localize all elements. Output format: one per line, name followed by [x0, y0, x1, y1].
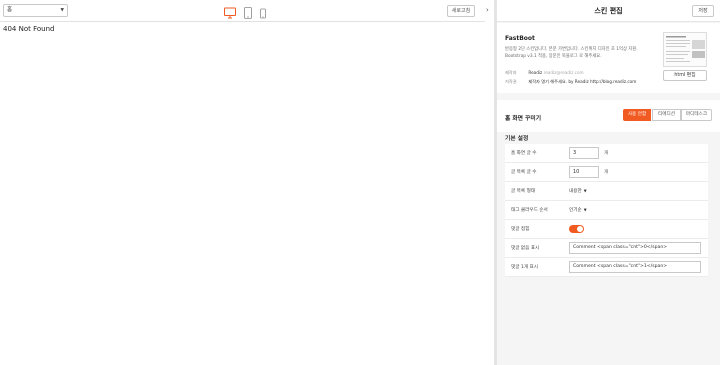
setting-row-comment-fold: 댓글 접힘: [505, 220, 708, 239]
skin-edit-panel: 스킨 편집 저장 FastBoot 반응형 2단 스킨입니다. 본문 가변입니다…: [497, 0, 720, 365]
setting-row-one-comment: 댓글 1개 표시 Comment <span class="cnt">1</sp…: [505, 258, 708, 277]
skin-description: 반응형 2단 스킨입니다. 본문 가변입니다. 스킨위치 디자인 초 1억상 지…: [505, 47, 638, 59]
tab-edition[interactable]: 티에디션: [652, 109, 681, 121]
skin-thumbnail: [663, 32, 707, 67]
settings-list: 홈 화면 글 수 3 개 글 목록 글 수 10 개 글 목록 형태 내용만 ▼ …: [505, 144, 708, 277]
no-comment-text-input[interactable]: Comment <span class="cnt">0</span>: [569, 242, 701, 254]
setting-label: 글 목록 형태: [511, 189, 536, 194]
setting-label: 댓글 1개 표시: [511, 265, 538, 270]
setting-label: 홈 화면 글 수: [511, 151, 537, 156]
refresh-button[interactable]: 새로고침: [447, 5, 475, 17]
chevron-down-icon: ▼: [60, 8, 64, 13]
toggle-knob: [577, 226, 583, 232]
skin-info-card: FastBoot 반응형 2단 스킨입니다. 본문 가변입니다. 스킨위치 디자…: [497, 23, 720, 93]
home-section-header: 홈 화면 꾸미기 사용 안함 티에디션 마디테스크: [497, 100, 720, 132]
panel-header: 스킨 편집 저장: [497, 0, 720, 22]
list-type-dropdown[interactable]: 내용만 ▼: [569, 188, 587, 194]
one-comment-text-input[interactable]: Comment <span class="cnt">1</span>: [569, 261, 701, 273]
page-select[interactable]: 홈 ▼: [3, 4, 68, 17]
author-label: 제작자: [505, 70, 517, 75]
home-section-title: 홈 화면 꾸미기: [505, 116, 542, 122]
panel-title: 스킨 편집: [594, 7, 623, 15]
dropdown-value: 내용만: [569, 189, 582, 194]
setting-row-tag-order: 태그 클라우드 순서 인기순 ▼: [505, 201, 708, 220]
setting-row-home-count: 홈 화면 글 수 3 개: [505, 144, 708, 163]
copyright-label: 저작권: [505, 79, 517, 84]
caret-down-icon: ▼: [583, 207, 587, 212]
desktop-view-icon[interactable]: [224, 4, 236, 23]
author-email: readiz@readiz.com: [543, 70, 584, 75]
author-name: Readiz: [528, 70, 543, 75]
mobile-view-icon[interactable]: [260, 4, 266, 23]
copyright-text: 제작자 명기 해주세요. by Readiz http://blog.readi…: [528, 79, 637, 84]
tab-desk[interactable]: 마디테스크: [681, 109, 712, 121]
tablet-view-icon[interactable]: [244, 4, 252, 23]
setting-row-list-type: 글 목록 형태 내용만 ▼: [505, 182, 708, 201]
preview-toolbar: 홈 ▼ 새로고침: [0, 0, 485, 22]
preview-area: 홈 ▼ 새로고침 404 Not Found: [0, 0, 485, 365]
tab-none[interactable]: 사용 안함: [623, 109, 651, 121]
setting-label: 태그 클라우드 순서: [511, 208, 548, 213]
copyright-line: 저작권 제작자 명기 해주세요. by Readiz http://blog.r…: [505, 79, 636, 85]
dropdown-value: 인기순: [569, 208, 582, 213]
app-root: 홈 ▼ 새로고침 404 Not Found › 스킨 편집 저장 FastBo…: [0, 0, 720, 365]
setting-row-list-count: 글 목록 글 수 10 개: [505, 163, 708, 182]
author-line: 제작자 Readiz readiz@readiz.com: [505, 70, 584, 76]
list-post-count-input[interactable]: 10: [569, 166, 599, 178]
comment-fold-toggle[interactable]: [569, 225, 584, 233]
basic-settings-title: 기본 설정: [505, 136, 529, 142]
preview-message: 404 Not Found: [3, 25, 55, 33]
page-select-value: 홈: [7, 7, 13, 13]
setting-row-no-comment: 댓글 없음 표시 Comment <span class="cnt">0</sp…: [505, 239, 708, 258]
setting-label: 댓글 없음 표시: [511, 246, 540, 251]
tag-order-dropdown[interactable]: 인기순 ▼: [569, 207, 587, 213]
chevron-right-icon[interactable]: ›: [486, 6, 489, 14]
setting-label: 댓글 접힘: [511, 227, 530, 232]
save-button[interactable]: 저장: [692, 5, 714, 17]
unit-label: 개: [604, 170, 609, 175]
html-edit-button[interactable]: html 편집: [663, 70, 707, 81]
home-post-count-input[interactable]: 3: [569, 147, 599, 159]
skin-name: FastBoot: [505, 35, 535, 42]
setting-label: 글 목록 글 수: [511, 170, 537, 175]
caret-down-icon: ▼: [583, 188, 587, 193]
unit-label: 개: [604, 151, 609, 156]
